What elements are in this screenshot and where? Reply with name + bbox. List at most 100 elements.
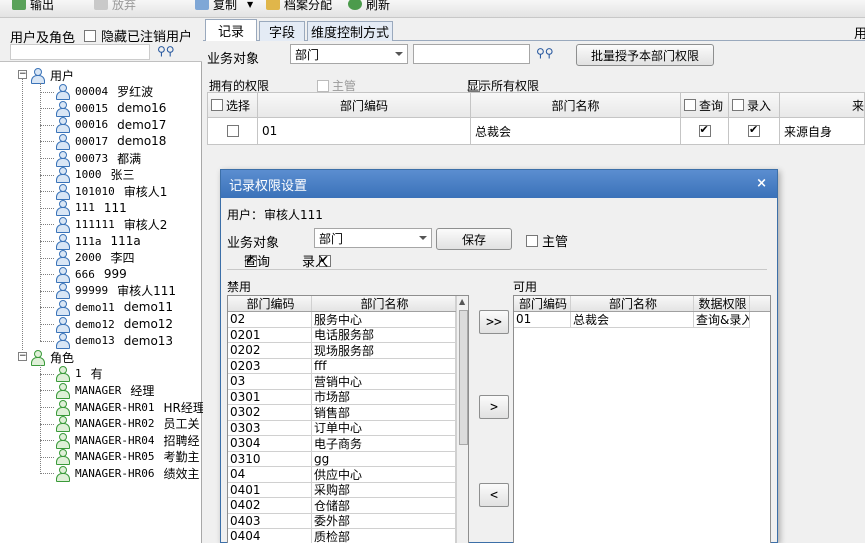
select-column-header[interactable]: 选择 <box>208 93 258 117</box>
forbidden-name-cell: 采购部 <box>312 482 456 497</box>
tree-item[interactable]: 666 999 <box>55 266 127 283</box>
binoculars-icon[interactable]: ⚲⚲ <box>536 46 554 60</box>
entry-column-header[interactable]: 录入 <box>729 93 780 117</box>
tree-item[interactable]: 00073 都满 <box>55 150 141 167</box>
tree-item[interactable]: 00016 demo17 <box>55 117 166 134</box>
available-code-header[interactable]: 部门编码 <box>514 296 571 311</box>
available-perm-header[interactable]: 数据权限 <box>694 296 750 311</box>
batch-grant-button[interactable]: 批量授予本部门权限 <box>576 44 714 66</box>
move-all-right-button[interactable]: >> <box>479 310 509 334</box>
tab-field[interactable]: 字段 <box>259 21 305 41</box>
tree-item[interactable]: MANAGER-HR02 员工关 <box>55 416 200 433</box>
list-item[interactable]: 0310 gg <box>228 451 456 467</box>
business-object-combo[interactable]: 部门 <box>290 44 408 64</box>
list-item[interactable]: 0304 电子商务 <box>228 436 456 452</box>
dialog-supervisor-checkbox[interactable] <box>526 234 538 247</box>
tree-item[interactable]: 111111 审核人2 <box>55 216 167 233</box>
tree-item[interactable]: 99999 审核人111 <box>55 283 176 300</box>
tree-item[interactable]: demo12 demo12 <box>55 316 173 333</box>
list-item[interactable]: 0404 质检部 <box>228 529 456 543</box>
tab-dimension-control[interactable]: 维度控制方式 <box>307 21 393 41</box>
user-search-input[interactable] <box>10 44 150 60</box>
role-icon <box>55 399 70 416</box>
dept-code-column-header[interactable]: 部门编码 <box>258 93 471 117</box>
list-item[interactable]: 0303 订单中心 <box>228 420 456 436</box>
binoculars-icon[interactable]: ⚲⚲ <box>157 44 175 58</box>
forbidden-name-header[interactable]: 部门名称 <box>312 296 456 311</box>
hide-cancelled-checkbox[interactable] <box>84 29 96 42</box>
scrollbar-thumb[interactable] <box>459 310 468 445</box>
list-item[interactable]: 0203 fff <box>228 358 456 374</box>
tree-item[interactable]: MANAGER 经理 <box>55 382 154 399</box>
available-list[interactable]: 部门编码 部门名称 数据权限 01 总裁会 查询&录入 <box>513 295 771 543</box>
dialog-title-bar[interactable]: 记录权限设置 <box>221 170 777 198</box>
collapse-icon[interactable]: − <box>18 352 27 362</box>
discard-button[interactable]: 放弃 <box>94 0 136 13</box>
supervisor-checkbox[interactable] <box>317 79 329 92</box>
entry-all-checkbox[interactable] <box>732 99 744 111</box>
list-item[interactable]: 0402 仓储部 <box>228 498 456 514</box>
copy-button[interactable]: 复制 ▼ <box>195 0 253 13</box>
tree-item-name: demo13 <box>123 333 174 348</box>
tree-item[interactable]: demo13 demo13 <box>55 333 174 350</box>
tree-item[interactable]: MANAGER-HR06 绩效主 <box>55 465 200 482</box>
business-object-search-input[interactable] <box>413 44 530 64</box>
tree-item[interactable]: MANAGER-HR05 考勤主 <box>55 449 200 466</box>
scroll-up-icon[interactable]: ▲ <box>459 297 465 306</box>
tree-item[interactable]: 00017 demo18 <box>55 133 166 150</box>
query-all-checkbox[interactable] <box>684 99 696 111</box>
tab-record[interactable]: 记录 <box>205 19 257 41</box>
list-item[interactable]: 01 总裁会 查询&录入 <box>514 312 750 328</box>
toolbar: 输出 放弃 复制 ▼ 档案分配 刷新 <box>0 0 865 18</box>
forbidden-list[interactable]: 部门编码 部门名称 02 服务中心 0201 电话服务部 0202 现场服务部 0203 ff… <box>227 295 469 543</box>
refresh-button[interactable]: 刷新 <box>348 0 390 13</box>
source-column-header[interactable]: 来 <box>780 93 865 117</box>
tree-item-code: 111 <box>75 201 95 215</box>
move-right-button[interactable]: > <box>479 395 509 419</box>
list-item[interactable]: 04 供应中心 <box>228 467 456 483</box>
row-entry-checkbox[interactable] <box>748 123 760 137</box>
tree-item[interactable]: 1000 张三 <box>55 167 135 184</box>
select-all-checkbox[interactable] <box>211 99 223 111</box>
available-perm-cell: 查询&录入 <box>696 312 750 327</box>
query-column-header[interactable]: 查询 <box>681 93 729 117</box>
list-item[interactable]: 0201 电话服务部 <box>228 327 456 343</box>
assign-button[interactable]: 档案分配 <box>266 0 332 13</box>
list-item[interactable]: 0202 现场服务部 <box>228 343 456 359</box>
row-select-checkbox[interactable] <box>226 125 239 137</box>
list-item[interactable]: 03 营销中心 <box>228 374 456 390</box>
tree-item[interactable]: MANAGER-HR01 HR经理 <box>55 399 205 416</box>
move-left-button[interactable]: < <box>479 483 509 507</box>
tree-item[interactable]: 2000 李四 <box>55 250 135 267</box>
tree-group[interactable]: 用户 <box>30 67 74 84</box>
tree-item[interactable]: 00015 demo16 <box>55 100 166 117</box>
forbidden-code-header[interactable]: 部门编码 <box>228 296 312 311</box>
available-name-header[interactable]: 部门名称 <box>571 296 694 311</box>
dept-name-column-header[interactable]: 部门名称 <box>471 93 681 117</box>
discard-icon <box>94 0 108 10</box>
close-icon[interactable]: × <box>756 176 767 191</box>
dialog-business-object-combo[interactable]: 部门 <box>314 228 432 248</box>
tree-item[interactable]: 101010 审核人1 <box>55 183 167 200</box>
tree-item[interactable]: 111 111 <box>55 200 127 217</box>
tree-item-code: demo12 <box>75 317 115 331</box>
list-item[interactable]: 0401 采购部 <box>228 482 456 498</box>
tree-item[interactable]: demo11 demo11 <box>55 299 173 316</box>
forbidden-code-cell: 0202 <box>228 343 312 358</box>
list-item[interactable]: 0403 委外部 <box>228 513 456 529</box>
tree-group[interactable]: 角色 <box>30 349 74 366</box>
forbidden-name-cell: 供应中心 <box>312 467 456 482</box>
save-button[interactable]: 保存 <box>436 228 512 250</box>
list-item[interactable]: 0301 市场部 <box>228 389 456 405</box>
tree-item[interactable]: 1有 <box>55 366 103 383</box>
tree-item[interactable]: MANAGER-HR04 招聘经 <box>55 432 200 449</box>
row-query-checkbox[interactable] <box>698 123 711 137</box>
list-item[interactable]: 02 服务中心 <box>228 312 456 328</box>
forbidden-scrollbar[interactable]: ▲ <box>456 296 468 543</box>
list-item[interactable]: 0302 销售部 <box>228 405 456 421</box>
table-row[interactable]: 01 总裁会 来源自身 <box>207 118 865 145</box>
tree-item[interactable]: 111a 111a <box>55 233 141 250</box>
role-icon <box>55 382 70 399</box>
export-button[interactable]: 输出 <box>12 0 54 13</box>
tree-item[interactable]: 00004 罗红波 <box>55 84 153 101</box>
